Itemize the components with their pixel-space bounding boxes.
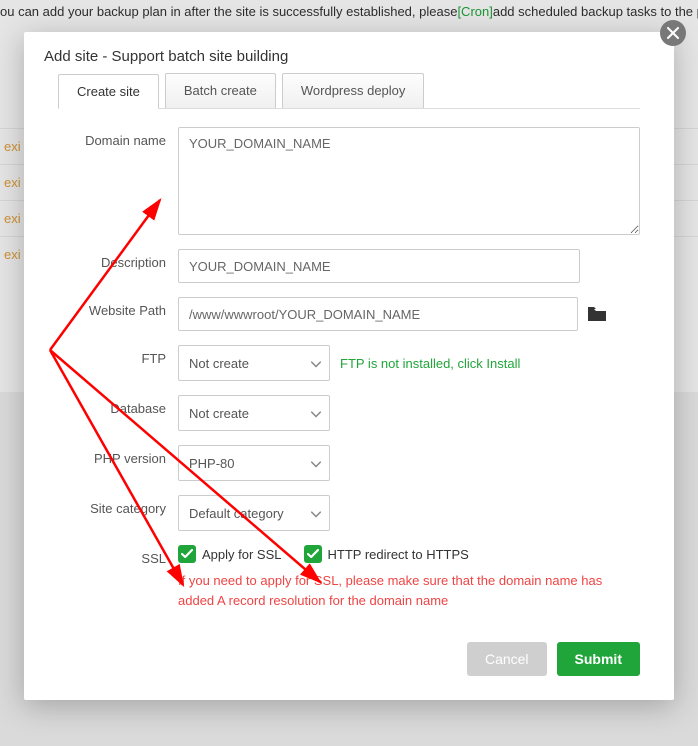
tab-bar: Create site Batch create Wordpress deplo… <box>58 73 640 109</box>
chevron-down-icon <box>311 456 321 471</box>
apply-ssl-checkbox[interactable] <box>178 545 196 563</box>
redirect-https-checkbox[interactable] <box>304 545 322 563</box>
redirect-https-label: HTTP redirect to HTTPS <box>328 547 469 562</box>
label-ssl: SSL <box>58 545 178 566</box>
chevron-down-icon <box>311 356 321 371</box>
label-category: Site category <box>58 495 178 516</box>
tab-create-site[interactable]: Create site <box>58 74 159 109</box>
category-select-value: Default category <box>189 506 284 521</box>
database-select-value: Not create <box>189 406 249 421</box>
path-input[interactable] <box>178 297 578 331</box>
label-ftp: FTP <box>58 345 178 366</box>
dialog-actions: Cancel Submit <box>24 642 674 700</box>
row-ssl: SSL Apply for SSL H <box>58 545 640 610</box>
page-root: ou can add your backup plan in after the… <box>0 0 698 746</box>
row-description: Description <box>58 249 640 283</box>
description-input[interactable] <box>178 249 580 283</box>
domain-input[interactable]: YOUR_DOMAIN_NAME <box>178 127 640 235</box>
category-select[interactable]: Default category <box>178 495 330 531</box>
ftp-select-value: Not create <box>189 356 249 371</box>
submit-button[interactable]: Submit <box>557 642 640 676</box>
ftp-install-link[interactable]: FTP is not installed, click Install <box>340 356 520 371</box>
add-site-dialog: Add site - Support batch site building C… <box>24 32 674 700</box>
dialog-body: Create site Batch create Wordpress deplo… <box>24 73 674 642</box>
label-domain: Domain name <box>58 127 178 148</box>
ftp-select[interactable]: Not create <box>178 345 330 381</box>
row-domain: Domain name YOUR_DOMAIN_NAME <box>58 127 640 235</box>
row-path: Website Path <box>58 297 640 331</box>
row-php: PHP version PHP-80 <box>58 445 640 481</box>
close-icon <box>667 27 679 39</box>
label-path: Website Path <box>58 297 178 318</box>
label-database: Database <box>58 395 178 416</box>
chevron-down-icon <box>311 406 321 421</box>
dialog-title: Add site - Support batch site building <box>24 32 674 73</box>
label-description: Description <box>58 249 178 270</box>
label-php: PHP version <box>58 445 178 466</box>
check-icon <box>307 549 319 559</box>
row-ftp: FTP Not create FTP is not installed, cli… <box>58 345 640 381</box>
database-select[interactable]: Not create <box>178 395 330 431</box>
row-category: Site category Default category <box>58 495 640 531</box>
ssl-warning-text: If you need to apply for SSL, please mak… <box>178 571 640 610</box>
cancel-button[interactable]: Cancel <box>467 642 547 676</box>
chevron-down-icon <box>311 506 321 521</box>
php-select[interactable]: PHP-80 <box>178 445 330 481</box>
php-select-value: PHP-80 <box>189 456 235 471</box>
folder-icon[interactable] <box>588 307 606 321</box>
apply-ssl-label: Apply for SSL <box>202 547 282 562</box>
close-button[interactable] <box>660 20 686 46</box>
tab-batch-create[interactable]: Batch create <box>165 73 276 108</box>
tab-wordpress-deploy[interactable]: Wordpress deploy <box>282 73 425 108</box>
check-icon <box>181 549 193 559</box>
row-database: Database Not create <box>58 395 640 431</box>
